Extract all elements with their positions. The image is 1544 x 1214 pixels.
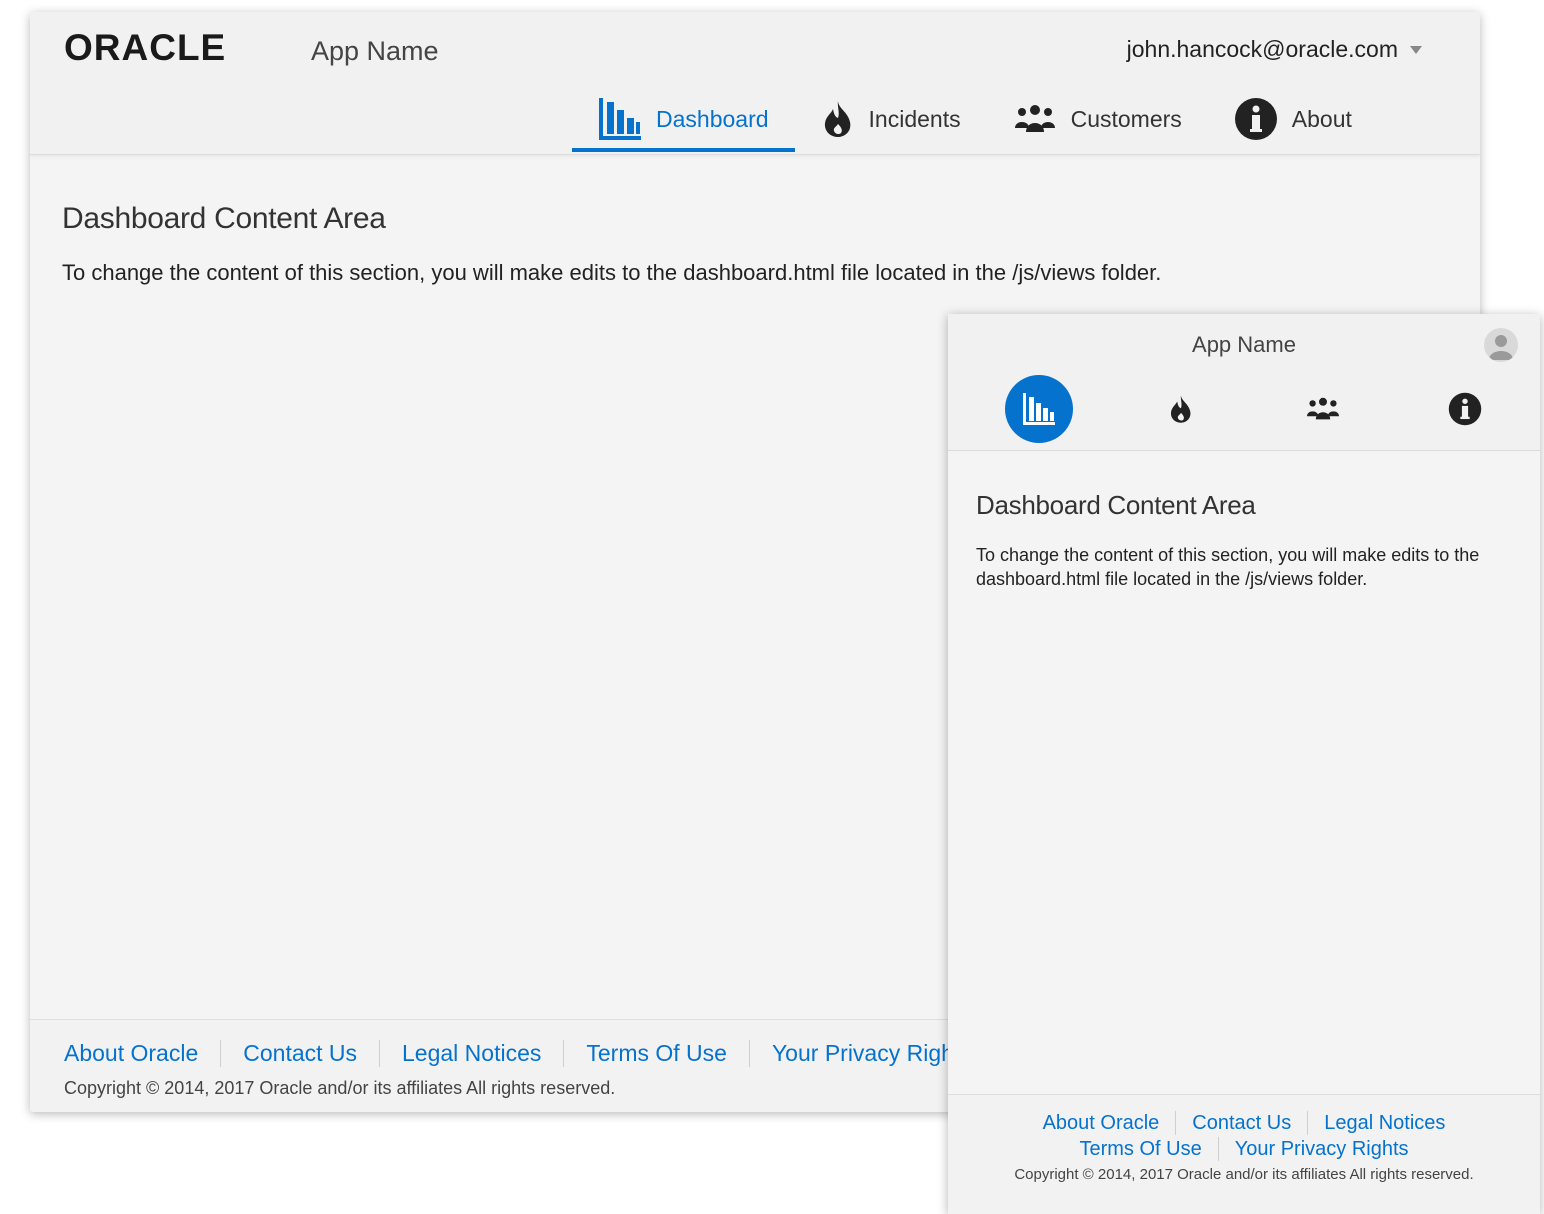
- mobile-navigation: [972, 374, 1532, 444]
- mobile-footer-link-about-oracle[interactable]: About Oracle: [1027, 1111, 1176, 1135]
- mobile-tab-customers[interactable]: [1256, 374, 1390, 444]
- copyright-text: Copyright © 2014, 2017 Oracle and/or its…: [64, 1078, 616, 1098]
- tab-dashboard-label: Dashboard: [656, 105, 769, 132]
- mobile-copyright-text: Copyright © 2014, 2017 Oracle and/or its…: [1014, 1166, 1474, 1183]
- bar-chart-icon: [1023, 393, 1055, 425]
- mobile-footer-link-terms-of-use[interactable]: Terms Of Use: [1063, 1137, 1217, 1161]
- tab-customers-label: Customers: [1070, 105, 1182, 132]
- mobile-tab-incidents[interactable]: [1114, 374, 1248, 444]
- content-area: Dashboard Content Area To change the con…: [62, 202, 1450, 286]
- mobile-tab-about[interactable]: [1398, 374, 1532, 444]
- tab-about-label: About: [1291, 105, 1352, 132]
- chevron-down-icon: [1410, 45, 1422, 54]
- user-email: john.hancock@oracle.com: [1126, 36, 1398, 62]
- content-text: To change the content of this section, y…: [62, 260, 1162, 285]
- mobile-footer-link-contact-us[interactable]: Contact Us: [1175, 1111, 1307, 1135]
- tab-incidents-label: Incidents: [868, 105, 961, 132]
- people-icon: [1014, 105, 1055, 132]
- tab-customers[interactable]: Customers: [987, 90, 1208, 152]
- user-avatar-icon: [1489, 335, 1513, 360]
- mobile-content-heading: Dashboard Content Area: [976, 490, 1256, 520]
- mobile-footer: About Oracle Contact Us Legal Notices Te…: [948, 1094, 1540, 1214]
- mobile-content-area: Dashboard Content Area To change the con…: [976, 490, 1500, 591]
- tab-about[interactable]: About: [1208, 90, 1378, 152]
- mobile-footer-link-legal-notices[interactable]: Legal Notices: [1307, 1111, 1461, 1135]
- mobile-tab-dashboard[interactable]: [972, 374, 1106, 444]
- mobile-window: App Name Dashboard Content Area To chang…: [948, 314, 1540, 1214]
- footer-link-terms-of-use[interactable]: Terms Of Use: [563, 1040, 749, 1067]
- svg-text:ORACLE: ORACLE: [64, 32, 226, 64]
- active-tab-indicator: [1005, 375, 1073, 443]
- user-menu[interactable]: john.hancock@oracle.com: [1127, 36, 1422, 63]
- people-icon: [1307, 397, 1339, 420]
- main-navigation: Dashboard Incidents Customers About: [572, 90, 1378, 154]
- mobile-footer-links-row-1: About Oracle Contact Us Legal Notices: [948, 1111, 1540, 1135]
- fire-icon: [1170, 395, 1191, 423]
- content-heading: Dashboard Content Area: [62, 202, 386, 235]
- fire-icon: [824, 101, 850, 137]
- bar-chart-icon: [599, 98, 641, 140]
- footer-link-about-oracle[interactable]: About Oracle: [64, 1040, 220, 1067]
- footer-link-legal-notices[interactable]: Legal Notices: [379, 1040, 563, 1067]
- mobile-app-name: App Name: [1192, 332, 1296, 357]
- mobile-content-text: To change the content of this section, y…: [976, 545, 1480, 589]
- info-icon: [1448, 392, 1482, 426]
- avatar[interactable]: [1484, 328, 1518, 362]
- mobile-header: App Name: [948, 314, 1540, 451]
- tab-incidents[interactable]: Incidents: [795, 90, 987, 152]
- tab-dashboard[interactable]: Dashboard: [572, 90, 795, 152]
- footer-links: About Oracle Contact Us Legal Notices Te…: [64, 1040, 994, 1067]
- app-header: ORACLE App Name john.hancock@oracle.com …: [30, 12, 1480, 155]
- mobile-footer-link-privacy-rights[interactable]: Your Privacy Rights: [1217, 1137, 1425, 1161]
- app-name: App Name: [311, 36, 439, 66]
- info-icon: [1234, 98, 1277, 140]
- oracle-logo: ORACLE: [64, 32, 226, 64]
- mobile-footer-links-row-2: Terms Of Use Your Privacy Rights: [948, 1137, 1540, 1161]
- footer-link-contact-us[interactable]: Contact Us: [220, 1040, 379, 1067]
